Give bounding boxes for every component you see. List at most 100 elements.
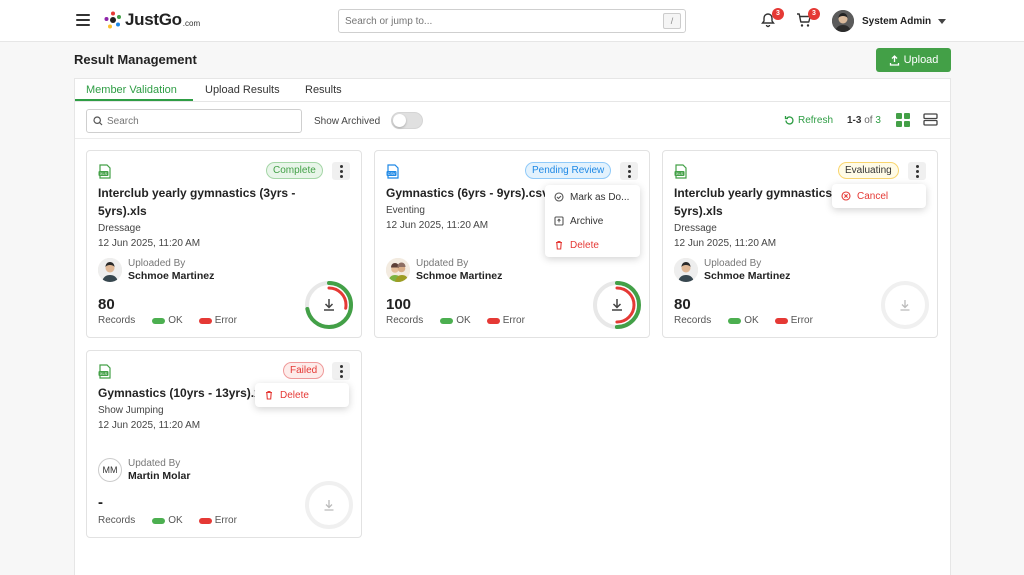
user-menu[interactable]: System Admin <box>832 10 947 32</box>
records-count: 100 <box>386 296 412 313</box>
records-count: - <box>98 494 103 511</box>
menu-item-label: Delete <box>570 239 599 251</box>
card-title: Interclub yearly gymnastics (3yrs - 5yrs… <box>98 186 296 218</box>
notifications-button[interactable]: 3 <box>760 8 784 30</box>
download-icon <box>900 300 910 311</box>
records-count: 80 <box>98 296 115 313</box>
logo-text: JustGo <box>125 10 182 29</box>
tab-bar: Member Validation Upload Results Results <box>75 79 950 102</box>
tab-results[interactable]: Results <box>305 84 342 102</box>
records-legend: Records OK Error <box>98 515 237 526</box>
card-category: Show Jumping <box>98 405 164 416</box>
archive-icon <box>554 216 564 226</box>
filter-search[interactable] <box>86 109 302 133</box>
csv-file-icon: CSV <box>386 164 399 179</box>
records-legend: Records OK Error <box>674 315 813 326</box>
search-shortcut-key: / <box>663 13 681 29</box>
pagination-range: 1-3 of 3 <box>847 115 881 126</box>
archive-menu-item[interactable]: Archive <box>545 209 640 233</box>
ok-label: OK <box>744 315 759 326</box>
records-legend: Records OK Error <box>386 315 525 326</box>
mark-as-done-menu-item[interactable]: Mark as Do... <box>545 185 640 209</box>
list-view-icon[interactable] <box>923 112 938 127</box>
error-indicator <box>198 517 212 524</box>
delete-menu-item[interactable]: Delete <box>255 383 349 407</box>
status-badge: Complete <box>266 162 323 179</box>
filter-search-input[interactable] <box>107 110 297 132</box>
cart-button[interactable]: 3 <box>796 8 820 30</box>
toolbar: Show Archived Refresh 1-3 of 3 <box>75 102 950 139</box>
updated-by: Updated By Schmoe Martinez <box>386 258 502 282</box>
error-label: Error <box>214 315 237 326</box>
xls-file-icon: XLS <box>98 164 111 179</box>
ok-indicator <box>440 317 454 324</box>
trash-icon <box>556 240 562 250</box>
error-label: Error <box>214 515 237 526</box>
card-menu-button[interactable] <box>332 162 350 180</box>
global-search-input[interactable] <box>339 10 639 32</box>
records-label: Records <box>98 315 136 326</box>
tab-upload-results[interactable]: Upload Results <box>205 84 280 102</box>
menu-item-label: Delete <box>280 389 309 401</box>
records-count: 80 <box>674 296 691 313</box>
svg-text:XLS: XLS <box>100 372 108 376</box>
upload-button[interactable]: Upload <box>876 48 951 72</box>
ok-label: OK <box>456 315 471 326</box>
card-category: Eventing <box>386 205 425 216</box>
result-card[interactable]: XLS Complete Interclub yearly gymnastics… <box>86 150 362 338</box>
card-date: 12 Jun 2025, 11:20 AM <box>98 238 201 249</box>
updated-by-name: Schmoe Martinez <box>128 270 215 282</box>
page-title: Result Management <box>74 52 197 67</box>
avatar-initials: MM <box>98 458 122 482</box>
range-total: 3 <box>875 115 881 126</box>
card-date: 12 Jun 2025, 11:20 AM <box>98 420 201 431</box>
cancel-menu-item[interactable]: Cancel <box>832 184 926 208</box>
updated-by: Uploaded By Schmoe Martinez <box>674 258 790 282</box>
download-progress-ring[interactable] <box>303 279 355 331</box>
delete-menu-item[interactable]: Delete <box>545 233 640 257</box>
logo[interactable]: JustGo .com <box>104 10 200 30</box>
updated-by-name: Martin Molar <box>128 470 191 482</box>
svg-text:CSV: CSV <box>388 172 396 176</box>
menu-icon[interactable] <box>76 14 90 26</box>
updated-by-name: Schmoe Martinez <box>416 270 503 282</box>
menu-item-label: Mark as Do... <box>570 191 630 203</box>
show-archived-toggle[interactable] <box>391 112 423 129</box>
error-indicator <box>198 317 212 324</box>
ok-indicator <box>152 517 166 524</box>
result-card[interactable]: XLS Failed Gymnastics (10yrs - 13yrs).xl… <box>86 350 362 538</box>
show-archived-label: Show Archived <box>314 116 381 127</box>
card-menu-button[interactable] <box>908 162 926 180</box>
records-legend: Records OK Error <box>98 315 237 326</box>
updated-by-name: Schmoe Martinez <box>704 270 791 282</box>
chevron-down-icon <box>938 18 947 24</box>
refresh-button[interactable]: Refresh <box>784 115 833 126</box>
refresh-label: Refresh <box>798 115 834 126</box>
global-search[interactable]: / <box>338 9 686 33</box>
records-label: Records <box>386 315 424 326</box>
error-label: Error <box>790 315 813 326</box>
xls-file-icon: XLS <box>674 164 687 179</box>
card-date: 12 Jun 2025, 11:20 AM <box>674 238 777 249</box>
card-menu-button[interactable] <box>620 162 638 180</box>
user-name: System Admin <box>862 15 932 27</box>
menu-item-label: Cancel <box>857 190 889 202</box>
cancel-circle-icon <box>841 191 851 201</box>
card-date: 12 Jun 2025, 11:20 AM <box>386 220 489 231</box>
download-button[interactable] <box>879 279 931 331</box>
grid-view-icon[interactable] <box>896 113 910 127</box>
upload-button-label: Upload <box>903 54 939 66</box>
updated-by: MM Updated By Martin Molar <box>98 458 190 482</box>
result-card[interactable]: XLS Evaluating Interclub yearly gymnasti… <box>662 150 938 338</box>
download-progress-ring[interactable] <box>591 279 643 331</box>
card-context-menu: Cancel <box>832 184 926 208</box>
error-indicator <box>774 317 788 324</box>
avatar <box>386 258 410 282</box>
ok-label: OK <box>168 315 183 326</box>
download-button[interactable] <box>303 479 355 531</box>
toggle-knob <box>393 114 406 127</box>
avatar <box>674 258 698 282</box>
card-menu-button[interactable] <box>332 362 350 380</box>
active-tab-indicator <box>75 99 193 101</box>
check-circle-icon <box>554 192 564 202</box>
